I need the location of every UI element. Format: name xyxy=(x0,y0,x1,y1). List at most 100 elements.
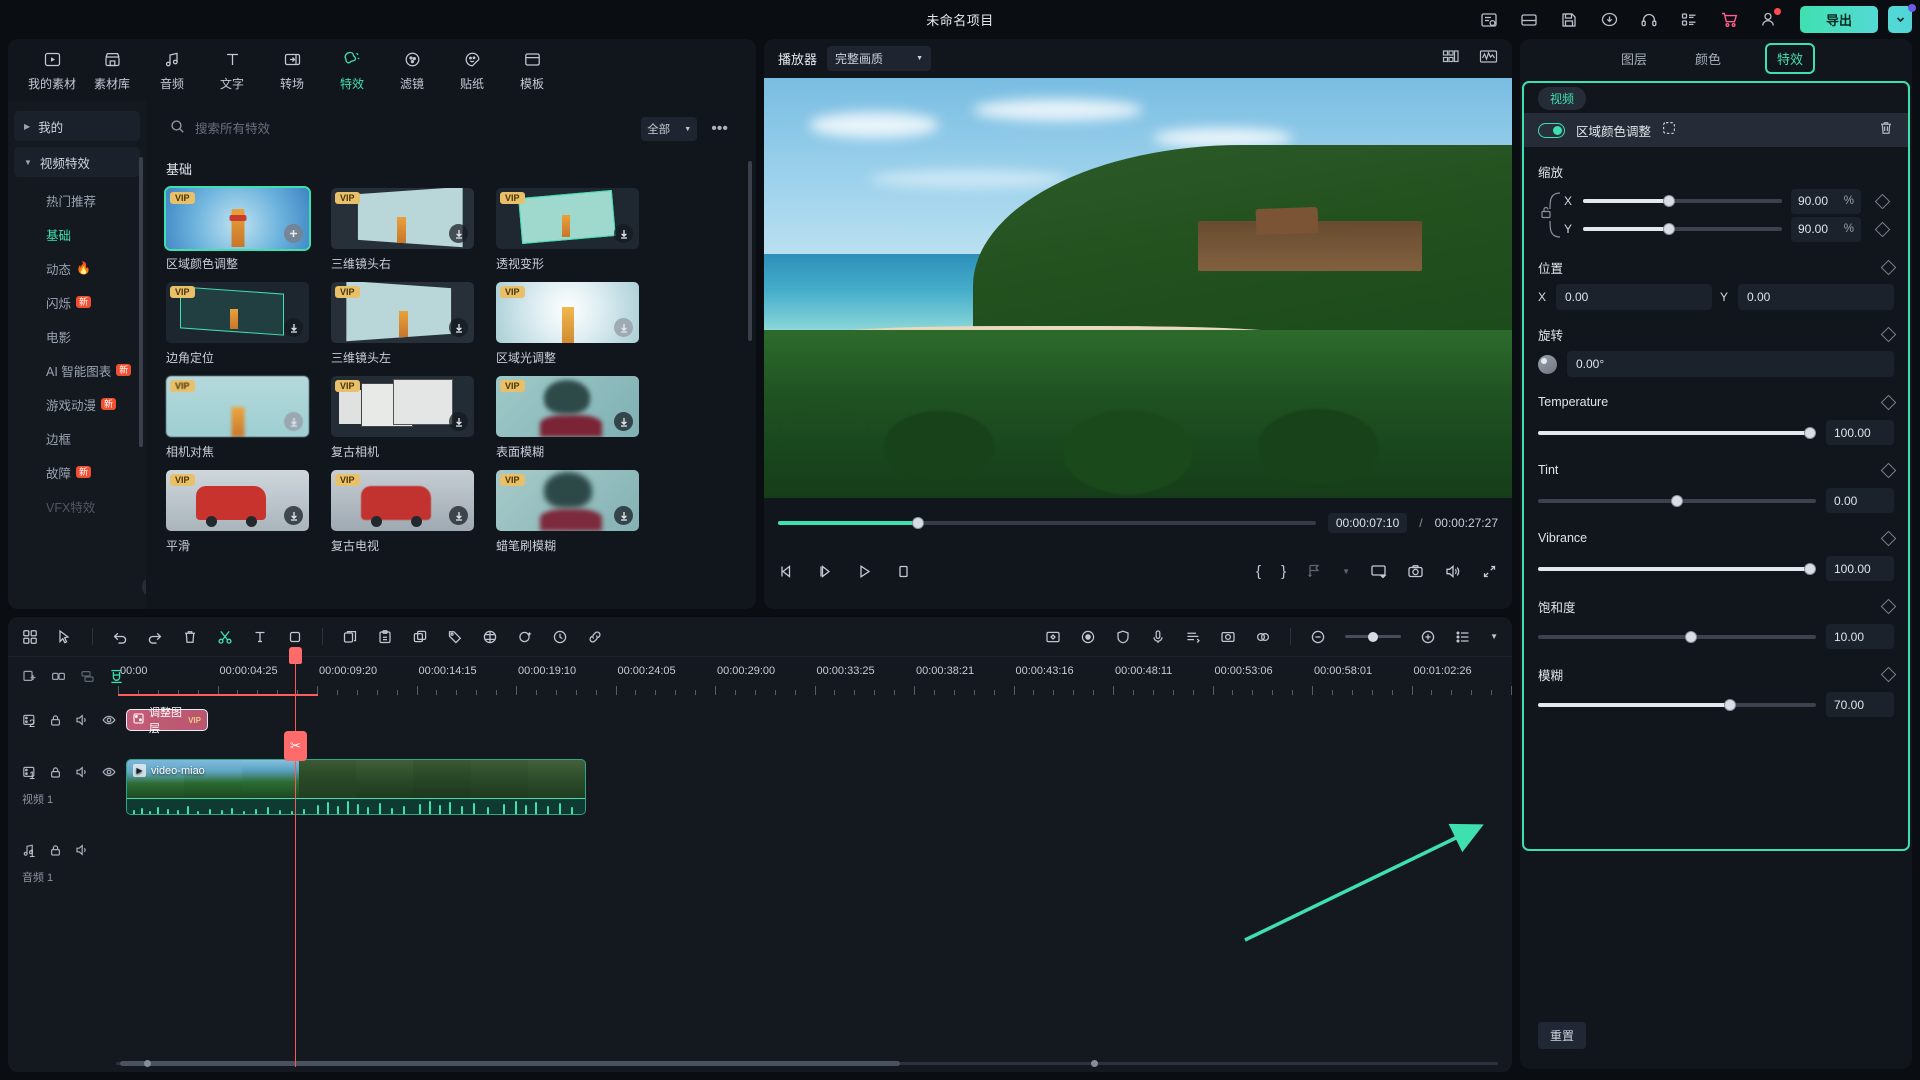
effect-card[interactable]: VIP 复古相机 xyxy=(331,376,474,460)
fullscreen-icon[interactable] xyxy=(1481,563,1498,580)
chevron-down-icon[interactable]: ▼ xyxy=(1490,632,1498,641)
delete-effect-icon[interactable] xyxy=(1878,120,1894,141)
reset-button[interactable]: 重置 xyxy=(1538,1022,1587,1049)
paste-icon[interactable] xyxy=(377,629,393,645)
record-icon[interactable] xyxy=(1080,629,1096,645)
category-item-ai-chart[interactable]: AI 智能图表新 xyxy=(8,353,146,387)
effect-card[interactable]: VIP 区域光调整 xyxy=(496,282,639,366)
mute-icon[interactable] xyxy=(75,843,89,862)
screen-icon[interactable] xyxy=(1370,563,1387,580)
snapshot-track-icon[interactable] xyxy=(1220,629,1236,645)
download-icon[interactable] xyxy=(284,318,303,337)
download-icon[interactable] xyxy=(614,506,633,525)
play-icon[interactable] xyxy=(856,563,873,580)
download-icon[interactable] xyxy=(284,412,303,431)
track-list-icon[interactable] xyxy=(1455,629,1471,645)
add-marker-icon[interactable] xyxy=(1306,563,1322,579)
next-frame-icon[interactable] xyxy=(817,563,834,580)
keyframe-scale-y-icon[interactable] xyxy=(1874,221,1890,237)
apps-grid-icon[interactable] xyxy=(1676,7,1702,33)
playback-progress[interactable] xyxy=(778,517,1316,529)
lock-icon[interactable] xyxy=(49,714,62,732)
download-icon[interactable] xyxy=(449,318,468,337)
playhead[interactable]: ✂ xyxy=(284,647,307,1067)
export-button[interactable]: 导出 xyxy=(1800,6,1878,33)
prev-frame-icon[interactable] xyxy=(778,563,795,580)
category-item-hot[interactable]: 热门推荐 xyxy=(8,183,146,217)
tab-stock-library[interactable]: 素材库 xyxy=(82,48,142,92)
tab-effects[interactable]: 特效 xyxy=(322,48,382,92)
category-item-game-anime[interactable]: 游戏动漫新 xyxy=(8,387,146,421)
scroll-handle-left[interactable] xyxy=(144,1060,151,1067)
slider-handle[interactable] xyxy=(1804,562,1817,575)
rotation-dial[interactable] xyxy=(1538,354,1557,374)
volume-icon[interactable] xyxy=(1444,563,1461,580)
more-options-icon[interactable]: ••• xyxy=(707,120,732,138)
grid-view-icon[interactable] xyxy=(22,629,38,645)
keyframe-vibrance-icon[interactable] xyxy=(1880,530,1897,546)
snapshot-icon[interactable] xyxy=(1407,563,1424,580)
keyframe-panel-icon[interactable] xyxy=(1045,629,1061,645)
effect-card[interactable]: VIP 边角定位 xyxy=(166,282,309,366)
redo-icon[interactable] xyxy=(147,629,163,645)
speed-clock-icon[interactable] xyxy=(552,629,568,645)
tab-text[interactable]: 文字 xyxy=(202,48,262,92)
cart-icon[interactable] xyxy=(1716,7,1742,33)
mark-in-icon[interactable]: { xyxy=(1256,563,1261,580)
temperature-value[interactable]: 100.00 xyxy=(1826,420,1894,445)
tab-transition[interactable]: 转场 xyxy=(262,48,322,92)
add-effect-icon[interactable] xyxy=(284,224,303,243)
track-clips-area[interactable]: 调整图层 VIP xyxy=(116,705,1512,757)
keyframe-blur-icon[interactable] xyxy=(1880,666,1897,682)
category-group-video-effects[interactable]: ▼ 视频特效 xyxy=(14,147,140,177)
eye-icon[interactable] xyxy=(102,765,116,784)
tab-my-media[interactable]: 我的素材 xyxy=(22,48,82,92)
duplicate-icon[interactable] xyxy=(412,629,428,645)
split-scissors-icon[interactable] xyxy=(217,629,233,645)
notes-icon[interactable] xyxy=(1476,7,1502,33)
account-icon[interactable] xyxy=(1756,7,1782,33)
category-item-basic[interactable]: 基础 xyxy=(8,217,146,251)
save-icon[interactable] xyxy=(1556,7,1582,33)
lock-icon[interactable] xyxy=(49,844,62,862)
category-scrollbar[interactable] xyxy=(139,157,143,447)
download-icon[interactable] xyxy=(614,318,633,337)
slider-handle[interactable] xyxy=(1684,630,1697,643)
slider-handle[interactable] xyxy=(1804,426,1817,439)
category-item-glitch[interactable]: 故障新 xyxy=(8,455,146,489)
copy-icon[interactable] xyxy=(342,629,358,645)
timeline-ruler[interactable]: 00:00 00:00:04:25 00:00:09:20 00:00:14:15 00… xyxy=(116,657,1512,701)
search-input[interactable] xyxy=(195,122,632,136)
split-track-icon[interactable] xyxy=(80,669,95,689)
slider-handle[interactable] xyxy=(1662,223,1675,235)
add-track-icon[interactable] xyxy=(22,669,37,689)
tab-effects[interactable]: 特效 xyxy=(1764,43,1816,74)
auto-highlight-icon[interactable] xyxy=(517,629,533,645)
tab-color[interactable]: 颜色 xyxy=(1693,45,1723,72)
download-icon[interactable] xyxy=(284,506,303,525)
effects-scrollbar[interactable] xyxy=(748,161,752,341)
tint-slider[interactable] xyxy=(1538,494,1816,507)
keyframe-position-icon[interactable] xyxy=(1880,259,1897,275)
keyframe-tint-icon[interactable] xyxy=(1880,462,1897,478)
temperature-slider[interactable] xyxy=(1538,426,1817,439)
saturation-value[interactable]: 10.00 xyxy=(1826,624,1894,649)
mic-icon[interactable] xyxy=(1150,629,1166,645)
effect-card[interactable]: VIP 区域颜色调整 xyxy=(164,186,311,272)
scale-y-slider[interactable] xyxy=(1583,223,1782,235)
keyframe-rotation-icon[interactable] xyxy=(1880,326,1897,342)
zoom-in-icon[interactable] xyxy=(1420,629,1436,645)
shield-icon[interactable] xyxy=(1115,629,1131,645)
link-icon[interactable] xyxy=(587,629,603,645)
tab-layer[interactable]: 图层 xyxy=(1619,45,1649,72)
category-item-movie[interactable]: 电影 xyxy=(8,319,146,353)
effect-card[interactable]: VIP 蜡笔刷模糊 xyxy=(496,470,639,554)
effect-card[interactable]: VIP 透视变形 xyxy=(496,188,639,272)
select-cursor-icon[interactable] xyxy=(57,629,73,645)
effect-enable-toggle[interactable] xyxy=(1538,122,1565,138)
download-icon[interactable] xyxy=(449,224,468,243)
text-tool-icon[interactable] xyxy=(252,629,268,645)
category-item-dynamic[interactable]: 动态 🔥 xyxy=(8,251,146,285)
subtitle-icon[interactable] xyxy=(1185,629,1201,645)
link-xy-icon[interactable] xyxy=(1538,187,1564,243)
